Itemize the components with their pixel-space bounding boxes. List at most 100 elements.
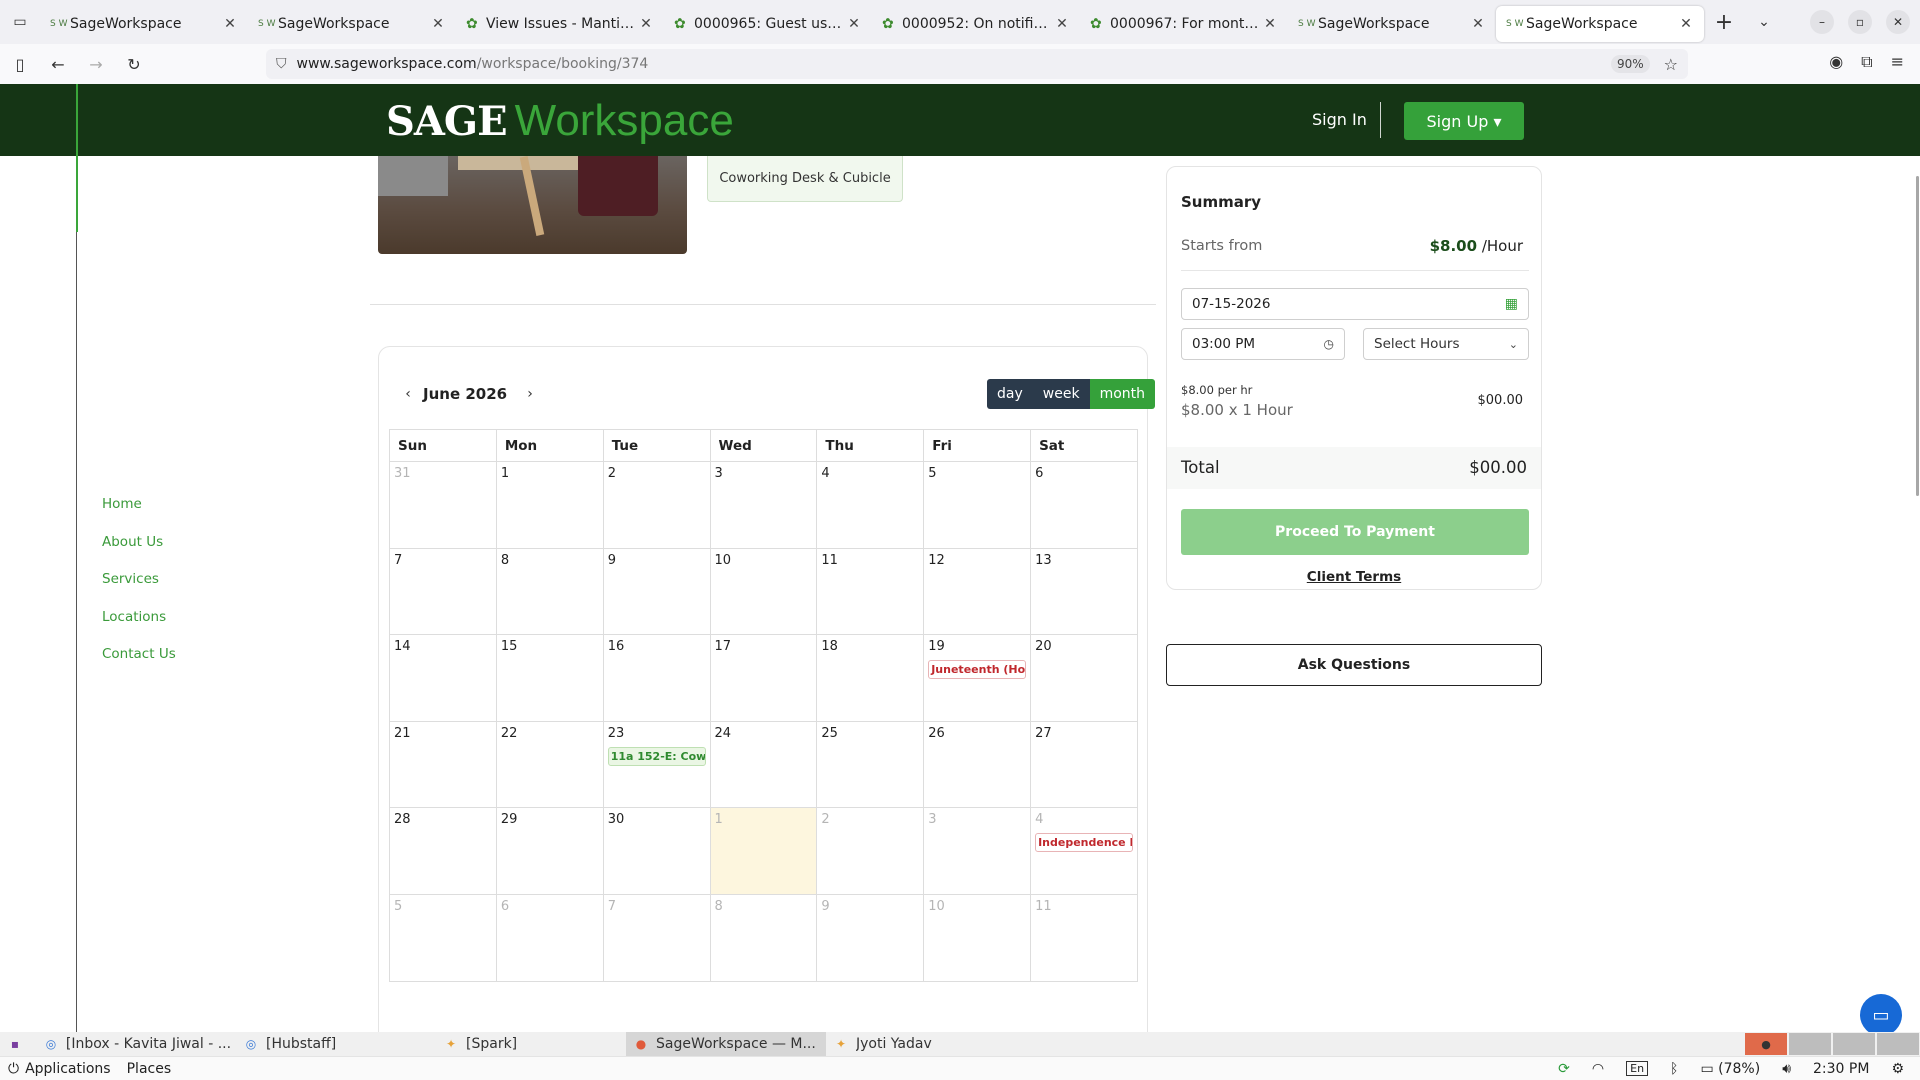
- close-tab-icon[interactable]: ✕: [222, 16, 238, 32]
- forward-icon[interactable]: →: [78, 48, 114, 80]
- calendar-day-cell[interactable]: 4: [816, 461, 925, 549]
- sidebar-toggle-icon[interactable]: ▯: [2, 48, 38, 80]
- calendar-day-cell[interactable]: 28: [389, 807, 497, 895]
- nav-link-home[interactable]: Home: [102, 496, 176, 534]
- places-menu[interactable]: Places: [127, 1061, 172, 1077]
- list-tabs-icon[interactable]: ⌄: [1744, 14, 1784, 30]
- calendar-day-cell[interactable]: 29: [495, 807, 604, 895]
- browser-tab[interactable]: ✿ 0000967: For monthly ✕: [1080, 6, 1288, 42]
- nav-link-locations[interactable]: Locations: [102, 609, 176, 647]
- tab-overview-icon[interactable]: ▭: [0, 0, 40, 44]
- calendar-day-cell[interactable]: 26: [923, 720, 1032, 809]
- sync-icon[interactable]: ⟳: [1558, 1061, 1570, 1077]
- calendar-day-cell[interactable]: 19 Juneteenth (Holid: [923, 634, 1032, 722]
- close-tab-icon[interactable]: ✕: [638, 16, 654, 32]
- close-tab-icon[interactable]: ✕: [1262, 16, 1278, 32]
- minimize-icon[interactable]: –: [1810, 10, 1834, 34]
- calendar-day-cell[interactable]: 7: [602, 893, 711, 982]
- calendar-day-cell[interactable]: 27: [1030, 720, 1138, 809]
- calendar-day-cell[interactable]: 18: [816, 634, 925, 722]
- calendar-day-cell[interactable]: 15: [495, 634, 604, 722]
- proceed-to-payment-button[interactable]: Proceed To Payment: [1181, 509, 1529, 555]
- calendar-day-cell[interactable]: 1: [495, 461, 604, 549]
- calendar-day-cell[interactable]: 8: [709, 893, 818, 982]
- booking-date-field[interactable]: 07-15-2026 ▦: [1181, 288, 1529, 320]
- view-month-button[interactable]: month: [1089, 379, 1156, 409]
- show-desktop-icon[interactable]: ▪: [0, 1032, 36, 1056]
- applications-menu[interactable]: ⏻ Applications: [8, 1061, 111, 1077]
- chat-widget-icon[interactable]: ▭: [1860, 994, 1902, 1032]
- back-icon[interactable]: ←: [40, 48, 76, 80]
- calendar-day-cell[interactable]: 6: [1030, 461, 1138, 549]
- calendar-day-cell[interactable]: 10: [709, 547, 818, 636]
- calendar-day-cell[interactable]: 16: [602, 634, 711, 722]
- calendar-day-cell[interactable]: 2: [816, 807, 925, 895]
- calendar-day-cell[interactable]: 3: [709, 461, 818, 549]
- calendar-day-cell[interactable]: 30: [602, 807, 711, 895]
- site-logo[interactable]: SAGE Workspace: [386, 96, 734, 146]
- taskbar-window-item[interactable]: ◎ [Hubstaff]: [236, 1032, 436, 1056]
- calendar-day-cell[interactable]: 4 Independence Da: [1030, 807, 1138, 895]
- calendar-day-cell[interactable]: 6: [495, 893, 604, 982]
- url-bar[interactable]: ⛉ www.sageworkspace.com/workspace/bookin…: [266, 49, 1688, 79]
- battery-indicator[interactable]: ▭ (78%): [1700, 1061, 1760, 1077]
- settings-gear-icon[interactable]: ⚙: [1891, 1061, 1904, 1077]
- reload-icon[interactable]: ↻: [116, 48, 152, 80]
- calendar-day-cell[interactable]: 3: [923, 807, 1032, 895]
- browser-tab[interactable]: ✿ 0000965: Guest users ✕: [664, 6, 872, 42]
- holiday-event[interactable]: Independence Da: [1035, 833, 1133, 853]
- calendar-day-cell[interactable]: 10: [923, 893, 1032, 982]
- close-tab-icon[interactable]: ✕: [430, 16, 446, 32]
- client-terms-link[interactable]: Client Terms: [1167, 569, 1541, 585]
- browser-tab[interactable]: ✿ View Issues - MantisBT ✕: [456, 6, 664, 42]
- calendar-day-cell[interactable]: 9: [816, 893, 925, 982]
- workspace-2[interactable]: [1789, 1033, 1831, 1055]
- maximize-icon[interactable]: ▫: [1848, 10, 1872, 34]
- account-icon[interactable]: ◉: [1829, 52, 1843, 72]
- calendar-day-cell[interactable]: 31: [389, 461, 497, 549]
- volume-icon[interactable]: 🔊︎: [1782, 1061, 1791, 1077]
- clock[interactable]: 2:30 PM: [1813, 1061, 1869, 1077]
- workspace-3[interactable]: [1833, 1033, 1875, 1055]
- calendar-day-cell[interactable]: 9: [602, 547, 711, 636]
- close-window-icon[interactable]: ✕: [1886, 10, 1910, 34]
- page-scrollbar[interactable]: [1916, 176, 1919, 496]
- taskbar-window-item[interactable]: ◎ [Inbox - Kavita Jiwal - ...: [36, 1032, 236, 1056]
- next-month-button[interactable]: ›: [521, 386, 539, 402]
- workspace-1[interactable]: ●: [1745, 1033, 1787, 1055]
- calendar-day-cell[interactable]: 11: [1030, 893, 1138, 982]
- holiday-event[interactable]: Juneteenth (Holid: [928, 660, 1027, 680]
- close-tab-icon[interactable]: ✕: [1054, 16, 1070, 32]
- taskbar-window-item[interactable]: ✦ Jyoti Yadav: [826, 1032, 1026, 1056]
- zoom-indicator[interactable]: 90%: [1610, 55, 1650, 73]
- menu-icon[interactable]: ≡: [1891, 52, 1904, 72]
- workspace-4[interactable]: [1877, 1033, 1919, 1055]
- calendar-day-cell[interactable]: 7: [389, 547, 497, 636]
- calendar-day-cell[interactable]: 5: [923, 461, 1032, 549]
- browser-tab[interactable]: ✿ 0000952: On notificati ✕: [872, 6, 1080, 42]
- calendar-day-cell[interactable]: 5: [389, 893, 497, 982]
- calendar-day-cell[interactable]: 22: [495, 720, 604, 809]
- bookmark-star-icon[interactable]: ☆: [1664, 55, 1678, 74]
- calendar-day-cell[interactable]: 20: [1030, 634, 1138, 722]
- close-tab-icon[interactable]: ✕: [1470, 16, 1486, 32]
- sign-up-button[interactable]: Sign Up ▾: [1404, 102, 1524, 140]
- calendar-day-cell[interactable]: 2: [602, 461, 711, 549]
- calendar-day-cell[interactable]: 24: [709, 720, 818, 809]
- taskbar-window-item[interactable]: ✦ [Spark]: [436, 1032, 626, 1056]
- start-time-field[interactable]: 03:00 PM ◷: [1181, 328, 1345, 360]
- new-tab-button[interactable]: +: [1704, 10, 1744, 35]
- calendar-day-cell[interactable]: 1: [709, 807, 818, 895]
- calendar-day-cell[interactable]: 13: [1030, 547, 1138, 636]
- calendar-day-cell[interactable]: 14: [389, 634, 497, 722]
- browser-tab[interactable]: S W SageWorkspace ✕: [1496, 6, 1704, 42]
- calendar-day-cell[interactable]: 12: [923, 547, 1032, 636]
- calendar-day-cell[interactable]: 8: [495, 547, 604, 636]
- calendar-day-cell[interactable]: 17: [709, 634, 818, 722]
- close-tab-icon[interactable]: ✕: [1678, 16, 1694, 32]
- ask-questions-button[interactable]: Ask Questions: [1166, 644, 1542, 686]
- nav-link-contact-us[interactable]: Contact Us: [102, 646, 176, 684]
- calendar-day-cell[interactable]: 25: [816, 720, 925, 809]
- keyboard-layout[interactable]: En: [1626, 1061, 1649, 1076]
- nav-link-about-us[interactable]: About Us: [102, 534, 176, 572]
